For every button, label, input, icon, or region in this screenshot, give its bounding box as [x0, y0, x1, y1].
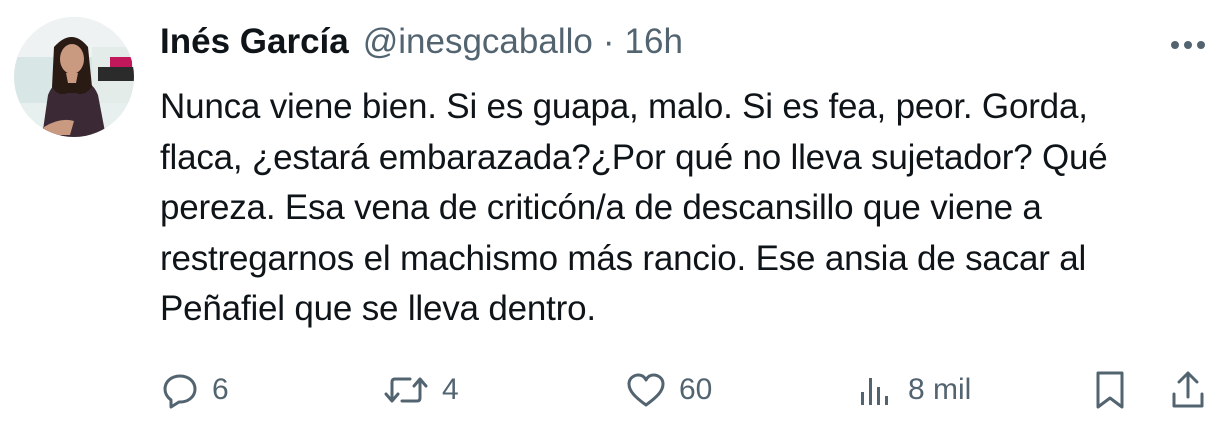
more-options-button[interactable]	[1168, 30, 1208, 60]
more-icon	[1171, 41, 1205, 49]
author-handle[interactable]: @inesgcaballo	[363, 18, 593, 66]
share-button[interactable]	[1168, 366, 1208, 414]
tweet-text-line: pereza. Esa vena de criticón/a de descan…	[160, 188, 1042, 227]
views-count: 8 mil	[908, 373, 972, 406]
retweet-count: 4	[442, 373, 459, 406]
retweet-icon	[384, 377, 428, 403]
tweet-text: Nunca viene bien. Si es guapa, malo. Si …	[160, 82, 1210, 335]
bookmark-button[interactable]	[1090, 366, 1130, 414]
heart-icon	[627, 373, 665, 407]
tweet-text-line: Peñafiel que se lleva dentro.	[160, 289, 596, 328]
avatar[interactable]	[14, 17, 134, 137]
tweet-text-line: restregarnos el machismo más rancio. Ese…	[160, 238, 1087, 278]
views-icon	[861, 378, 888, 405]
author-display-name[interactable]: Inés García	[160, 18, 349, 66]
header-separator: ·	[602, 22, 615, 61]
tweet-text-line: flaca, ¿estará embarazada?¿Por qué no ll…	[160, 137, 1108, 177]
like-count: 60	[679, 373, 713, 406]
reply-count: 6	[212, 373, 229, 406]
tweet-text-line: Nunca viene bien. Si es guapa, malo. Si …	[160, 87, 1088, 126]
avatar-image	[14, 17, 134, 137]
reply-icon	[163, 374, 197, 409]
retweet-button[interactable]: 4	[382, 366, 459, 414]
share-icon	[1172, 371, 1204, 408]
tweet-timestamp[interactable]: 16h	[625, 18, 683, 66]
bookmark-icon	[1096, 371, 1124, 409]
tweet-header: Inés García @inesgcaballo · 16h	[160, 18, 683, 66]
reply-button[interactable]: 6	[160, 366, 229, 414]
views-button[interactable]: 8 mil	[856, 366, 971, 414]
tweet-card[interactable]: Inés García @inesgcaballo · 16h Nunca vi…	[0, 0, 1232, 430]
like-button[interactable]: 60	[625, 366, 712, 414]
